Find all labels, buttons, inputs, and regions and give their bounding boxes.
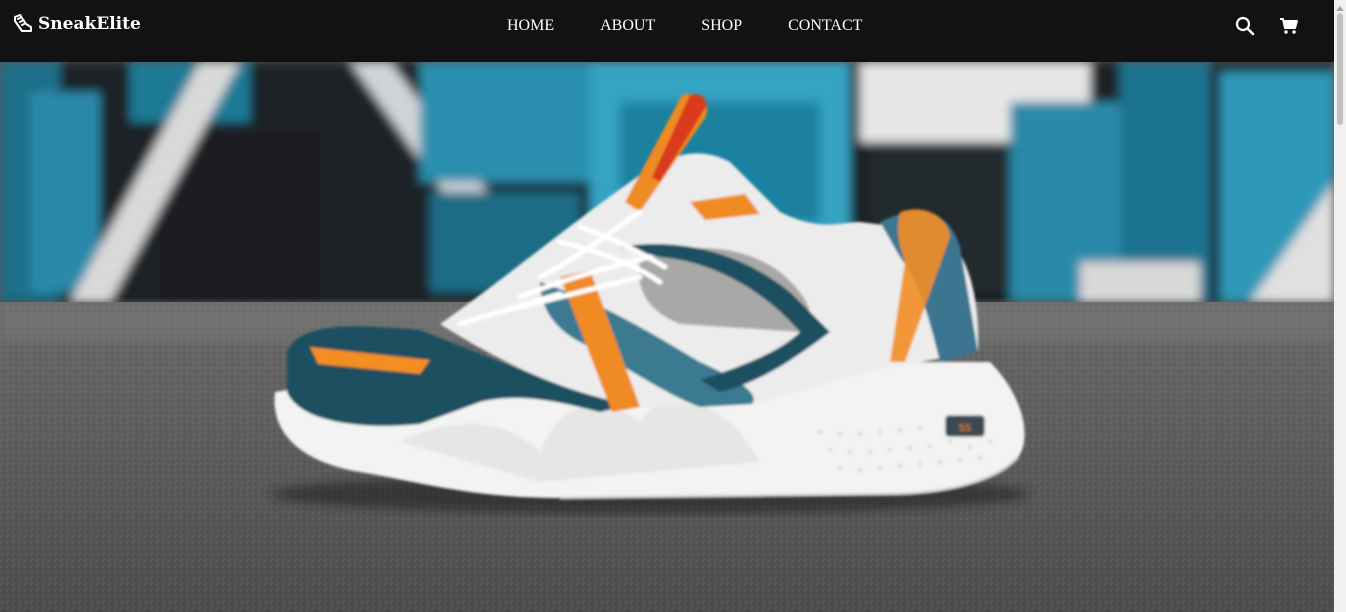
nav-link-about[interactable]: ABOUT [600, 17, 655, 35]
main-nav: HOME ABOUT SHOP CONTACT [507, 17, 908, 35]
cart-icon[interactable] [1279, 16, 1299, 36]
page-scrollbar[interactable] [1334, 0, 1346, 612]
sneaker-icon [12, 13, 34, 35]
scrollbar-thumb[interactable] [1337, 13, 1343, 125]
scroll-up-arrow-icon[interactable] [1334, 0, 1346, 12]
nav-link-home[interactable]: HOME [507, 17, 554, 35]
hero-banner: SS [0, 62, 1334, 612]
svg-text:SS: SS [959, 423, 972, 434]
brand-logo[interactable]: SneakElite [12, 13, 141, 35]
brand-name: SneakElite [38, 14, 141, 34]
search-icon[interactable] [1235, 16, 1255, 36]
sneaker-photo: SS [0, 62, 1334, 612]
nav-actions [1235, 16, 1299, 36]
navbar: SneakElite HOME ABOUT SHOP CONTACT [0, 0, 1334, 62]
nav-link-shop[interactable]: SHOP [701, 17, 742, 35]
nav-link-contact[interactable]: CONTACT [788, 17, 862, 35]
